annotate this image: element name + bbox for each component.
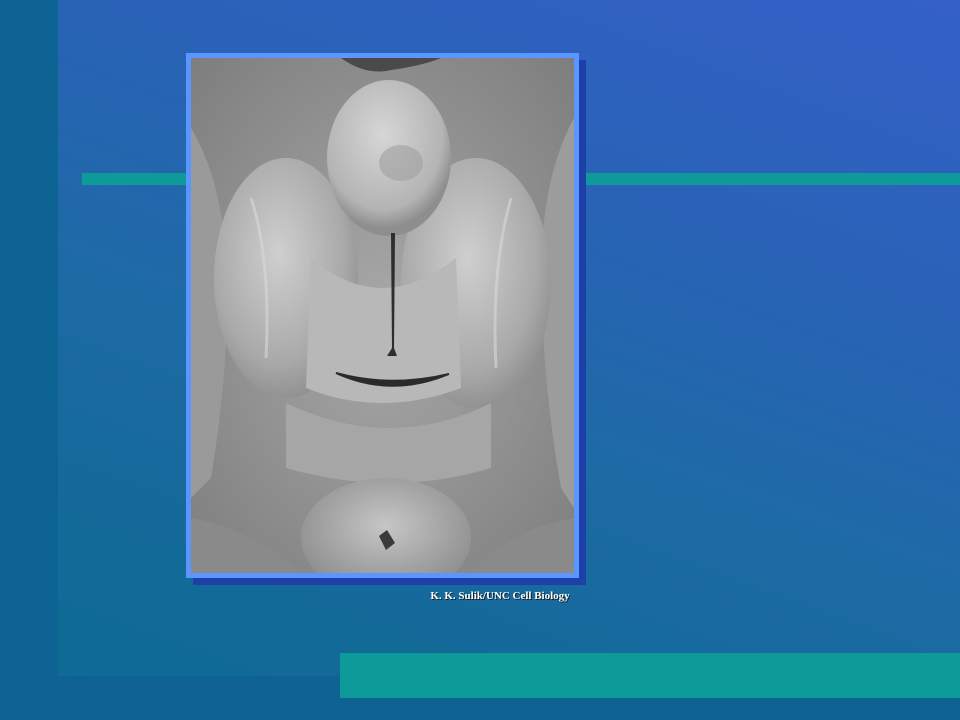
teal-accent-box <box>340 653 960 698</box>
photo-credit: K. K. Sulik/UNC Cell Biology <box>430 590 570 602</box>
photo-frame <box>186 53 579 578</box>
left-band <box>0 0 58 720</box>
slide: K. K. Sulik/UNC Cell Biology <box>0 0 960 720</box>
sem-micrograph-image <box>191 58 574 573</box>
